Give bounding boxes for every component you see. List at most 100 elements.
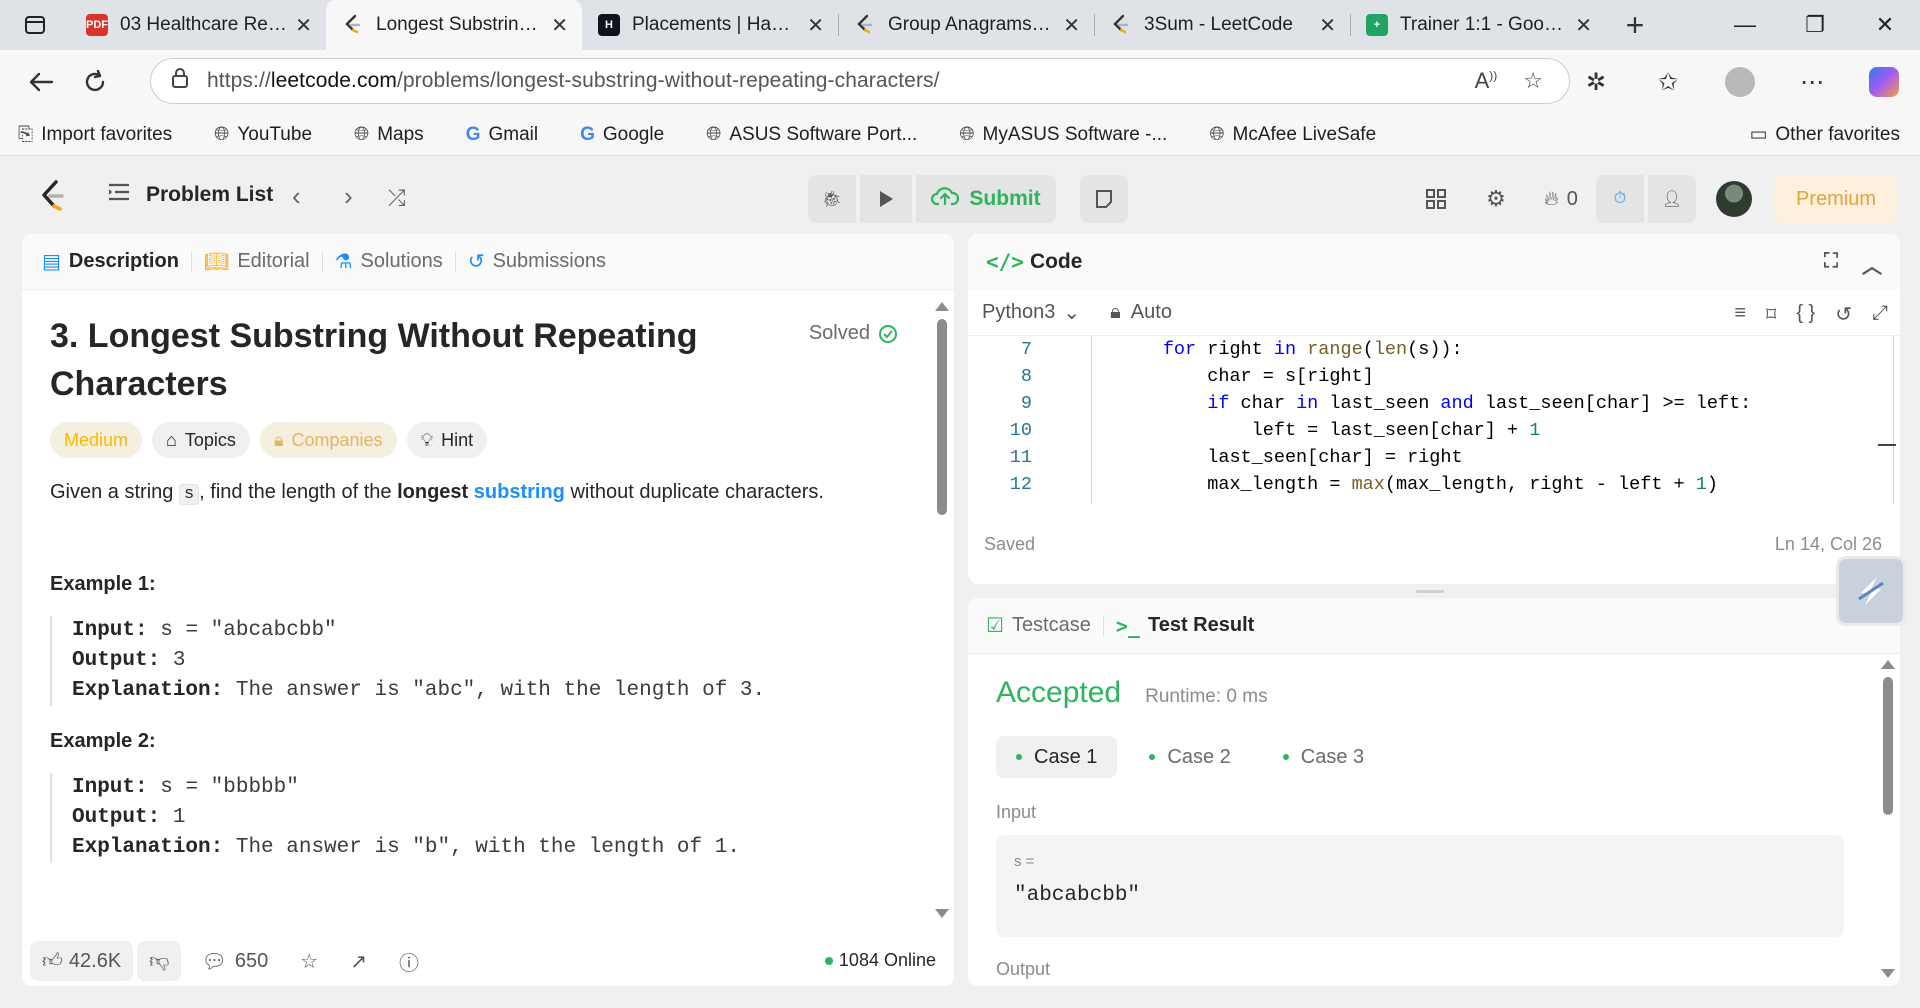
result-body: Accepted Runtime: 0 ms Case 1 Case 2 Cas… [968, 654, 1900, 980]
pass-dot [1282, 754, 1289, 760]
close-icon[interactable]: ✕ [1063, 13, 1080, 38]
code-line[interactable]: 9 if char in last_seen and last_seen[cha… [968, 390, 1900, 417]
code-editor[interactable]: 7 for right in range(len(s)): 8 char = s[… [968, 336, 1900, 504]
case-1-tab[interactable]: Case 1 [996, 736, 1118, 778]
close-icon[interactable]: ✕ [295, 13, 312, 38]
case-2-tab[interactable]: Case 2 [1129, 736, 1250, 778]
problem-title[interactable]: 3. Longest Substring Without Repeating C… [50, 312, 770, 408]
code-line[interactable]: 11 last_seen[char] = right [968, 444, 1900, 471]
minimize-icon[interactable]: — [1710, 0, 1780, 50]
expand-icon[interactable]: ⤢ [1872, 302, 1888, 327]
language-select[interactable]: Python3 ⌄ [982, 300, 1080, 325]
timer-button[interactable]: ⏱ [1596, 175, 1644, 223]
globe-icon: 🌐︎ [1209, 123, 1225, 145]
auto-mode-toggle[interactable]: 🔒︎ Auto [1110, 301, 1172, 324]
layout-icon[interactable] [1406, 188, 1466, 210]
tab-submissions[interactable]: ↺ Submissions [468, 249, 606, 274]
favorite-myasus[interactable]: 🌐︎ MyASUS Software -... [959, 124, 1167, 146]
hackerrank-icon: H [598, 14, 620, 36]
read-aloud-icon[interactable]: A)) [1475, 68, 1498, 94]
code-line[interactable]: 13 [968, 498, 1900, 504]
close-icon[interactable]: ✕ [1319, 13, 1336, 38]
copilot-icon[interactable] [1848, 67, 1920, 97]
prev-problem-icon[interactable]: ‹ [292, 181, 301, 212]
streak-counter[interactable]: 🔥︎ 0 [1526, 188, 1596, 211]
window-close-icon[interactable]: ✕ [1850, 0, 1920, 50]
tab-solutions[interactable]: ⚗ Solutions [335, 249, 443, 274]
code-line[interactable]: 12 max_length = max(max_length, right - … [968, 471, 1900, 498]
browser-tab-active[interactable]: Longest Substring W ✕ [326, 0, 582, 50]
substring-link[interactable]: substring [474, 481, 565, 503]
tab-actions-button[interactable] [0, 0, 70, 50]
case-3-tab[interactable]: Case 3 [1263, 736, 1384, 778]
more-icon[interactable]: ⋯ [1776, 68, 1848, 97]
browser-tab[interactable]: + Trainer 1:1 - Google ✕ [1350, 0, 1606, 50]
back-icon[interactable] [18, 59, 64, 105]
leetcode-icon [1110, 14, 1132, 36]
hint-chip[interactable]: 💡︎ Hint [406, 422, 488, 458]
browser-tab[interactable]: H Placements | Hacker ✕ [582, 0, 838, 50]
reset-icon[interactable]: ↺ [1835, 302, 1852, 327]
favorite-youtube[interactable]: 🌐︎ YouTube [214, 124, 312, 146]
code-line[interactable]: 10 left = last_seen[char] + 1 [968, 417, 1900, 444]
restore-icon[interactable]: ❐ [1780, 0, 1850, 50]
close-icon[interactable]: ✕ [1575, 13, 1592, 38]
notes-button[interactable] [1080, 175, 1128, 223]
tab-editorial[interactable]: 📖︎ Editorial [204, 249, 310, 274]
settings-icon[interactable]: ⚙ [1466, 186, 1526, 212]
comments-button[interactable]: 💬︎ 650 [201, 949, 268, 974]
next-problem-icon[interactable]: › [344, 181, 353, 212]
share-button[interactable]: ↗ [350, 949, 367, 974]
debug-button[interactable]: 🐞︎ [808, 175, 856, 223]
lock-icon: 🔒︎ [1110, 301, 1121, 323]
maximize-icon[interactable]: ⛶ [1824, 250, 1838, 279]
like-button[interactable]: 👍︎ 42.6K [30, 941, 134, 981]
collapse-icon[interactable]: ︿ [1862, 250, 1882, 279]
leetcode-logo[interactable] [38, 179, 68, 220]
tab-test-result[interactable]: >_ Test Result [1116, 614, 1254, 638]
favorite-google[interactable]: G Google [580, 124, 664, 146]
url-input[interactable]: https://leetcode.com/problems/longest-su… [150, 58, 1570, 104]
collaborate-button[interactable]: 👤︎ [1648, 175, 1696, 223]
star-icon[interactable]: ☆ [1523, 68, 1543, 94]
problem-list-button[interactable]: Problem List [108, 183, 273, 207]
favorite-mcafee[interactable]: 🌐︎ McAfee LiveSafe [1209, 124, 1376, 146]
description-scrollbar[interactable] [935, 302, 949, 918]
help-button[interactable]: ⓘ [399, 947, 419, 976]
other-favorites[interactable]: ▭ Other favorites [1749, 123, 1900, 146]
code-line[interactable]: 8 char = s[right] [968, 363, 1900, 390]
result-scrollbar[interactable] [1881, 660, 1895, 978]
code-line[interactable]: 7 for right in range(len(s)): [968, 336, 1900, 363]
profile-icon[interactable] [1704, 67, 1776, 97]
run-button[interactable] [860, 175, 912, 223]
premium-button[interactable]: Premium [1774, 175, 1898, 223]
dislike-button[interactable]: 👎︎ [137, 941, 182, 981]
favorite-asus-portal[interactable]: 🌐︎ ASUS Software Port... [706, 124, 917, 146]
panel-resize-handle[interactable] [1416, 590, 1444, 593]
tab-description[interactable]: ▤ Description [42, 249, 179, 274]
browser-tab[interactable]: Group Anagrams - L ✕ [838, 0, 1094, 50]
close-icon[interactable]: ✕ [807, 13, 824, 38]
format-icon[interactable]: ≡ [1734, 302, 1746, 327]
favorite-gmail[interactable]: G Gmail [466, 124, 538, 146]
favorite-button[interactable]: ☆ [300, 949, 318, 974]
new-tab-button[interactable]: + [1606, 0, 1664, 50]
bookmark-icon[interactable]: ⌑ [1766, 302, 1776, 327]
avatar[interactable] [1716, 181, 1752, 217]
braces-icon[interactable]: { } [1796, 302, 1815, 327]
shuffle-icon[interactable]: ⤮ [388, 185, 406, 211]
refresh-icon[interactable] [72, 59, 118, 105]
close-icon[interactable]: ✕ [551, 13, 568, 38]
companies-chip[interactable]: 🔒︎ Companies [259, 422, 397, 458]
floating-assistant-button[interactable] [1836, 556, 1906, 626]
favorite-maps[interactable]: 🌐︎ Maps [354, 124, 424, 146]
lock-icon[interactable] [171, 67, 189, 95]
favorite-import[interactable]: ⎘ Import favorites [18, 124, 172, 146]
topics-chip[interactable]: ⌂ Topics [152, 422, 250, 458]
submit-button[interactable]: Submit [916, 175, 1056, 223]
favorites-icon[interactable]: ✩ [1632, 68, 1704, 97]
extensions-icon[interactable]: ✲ [1560, 68, 1632, 97]
tab-testcase[interactable]: ☑ Testcase [986, 613, 1091, 638]
browser-tab[interactable]: 3Sum - LeetCode ✕ [1094, 0, 1350, 50]
browser-tab[interactable]: PDF 03 Healthcare Reven ✕ [70, 0, 326, 50]
